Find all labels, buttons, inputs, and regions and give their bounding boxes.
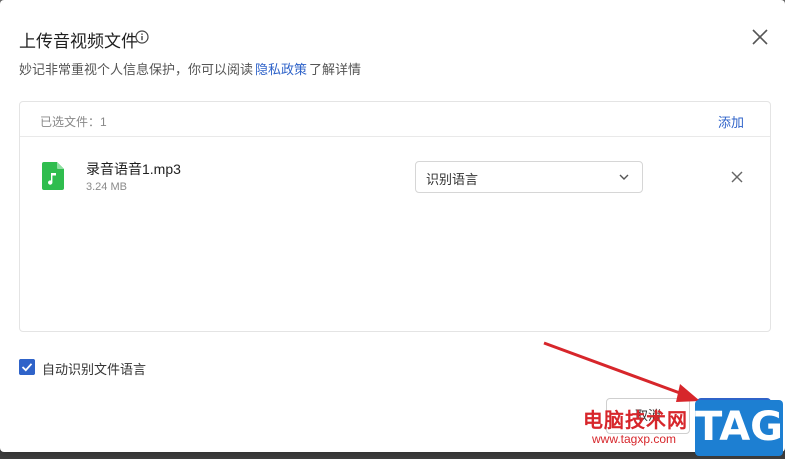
auto-detect-label: 自动识别文件语言 — [42, 362, 147, 377]
watermark-site-name: 电脑技术网 — [583, 410, 688, 432]
auto-detect-checkbox[interactable] — [19, 359, 35, 375]
chevron-down-icon — [619, 174, 629, 180]
selected-count: 已选文件：1 — [40, 115, 107, 129]
dialog-title: 上传音视频文件 — [19, 32, 138, 51]
file-list-header: 已选文件：1 添加 — [20, 102, 770, 137]
privacy-notice: 妙记非常重视个人信息保护，你可以阅读 隐私政策 了解详情 — [19, 59, 361, 78]
privacy-suffix: 了解详情 — [309, 62, 362, 77]
file-name: 录音语音1.mp3 — [86, 161, 181, 177]
privacy-prefix: 妙记非常重视个人信息保护，你可以阅读 — [19, 62, 254, 77]
language-select-value: 识别语言 — [426, 172, 479, 187]
language-select[interactable]: 识别语言 — [415, 161, 643, 193]
close-icon[interactable] — [750, 27, 770, 47]
audio-file-icon — [42, 162, 64, 190]
privacy-policy-link[interactable]: 隐私政策 — [255, 62, 307, 77]
upload-dialog: 上传音视频文件 妙记非常重视个人信息保护，你可以阅读 隐私政策 了解详情 已选文件：… — [0, 0, 785, 452]
file-size: 3.24 MB — [86, 181, 127, 193]
add-file-button[interactable]: 添加 — [718, 112, 744, 131]
watermark-badge-text: TAG — [695, 404, 783, 450]
file-list-box: 已选文件：1 添加 录音语音1.mp3 3.24 MB 识别语言 — [19, 101, 771, 332]
remove-file-icon[interactable] — [730, 170, 744, 184]
watermark-site-url: www.tagxp.com — [592, 432, 677, 446]
info-icon[interactable] — [135, 30, 149, 44]
watermark-badge: TAG — [695, 400, 783, 456]
